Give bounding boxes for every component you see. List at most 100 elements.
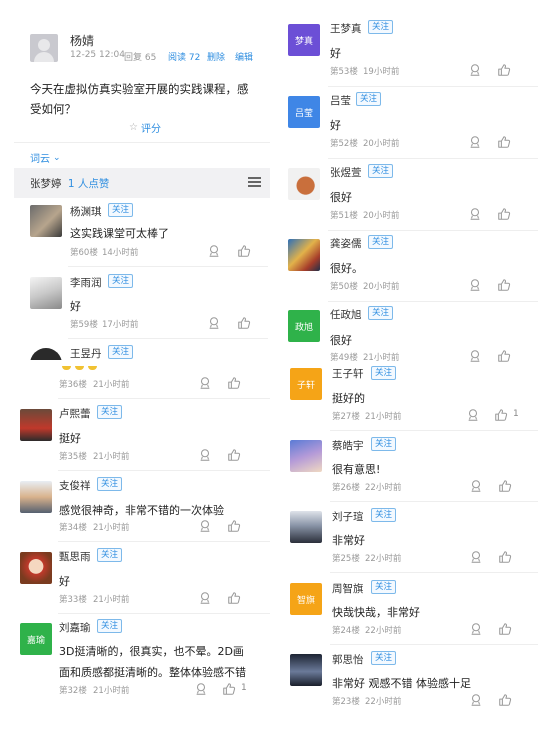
avatar[interactable]: 吕莹 (288, 96, 320, 128)
follow-button[interactable]: 关注 (97, 405, 123, 419)
avatar[interactable] (290, 511, 322, 543)
thumbs-up-icon[interactable] (498, 693, 512, 707)
rate-icon[interactable] (207, 244, 221, 258)
follow-button[interactable]: 关注 (108, 203, 134, 217)
rate-icon[interactable] (469, 550, 483, 564)
follow-button[interactable]: 关注 (368, 306, 394, 320)
thumbs-up-icon[interactable] (497, 207, 511, 221)
menu-icon[interactable] (248, 177, 261, 187)
follow-button[interactable]: 关注 (368, 20, 394, 34)
commenter-name[interactable]: 王梦真 (330, 21, 362, 36)
thumbs-up-icon[interactable] (222, 682, 236, 696)
rate-icon[interactable] (469, 622, 483, 636)
follow-button[interactable]: 关注 (356, 92, 382, 106)
rate-icon[interactable] (198, 448, 212, 462)
avatar[interactable] (20, 481, 52, 513)
liked-by-name[interactable]: 张梦婷 (30, 178, 62, 190)
commenter-name[interactable]: 王子轩 (332, 366, 364, 381)
rate-icon[interactable] (469, 479, 483, 493)
avatar[interactable]: 政旭 (288, 310, 320, 342)
thumbs-up-icon[interactable] (498, 550, 512, 564)
thumbs-up-icon[interactable] (227, 376, 241, 390)
follow-button[interactable]: 关注 (371, 580, 397, 594)
avatar[interactable] (30, 348, 62, 360)
rate-icon[interactable] (198, 376, 212, 390)
rate-icon[interactable] (194, 682, 208, 696)
avatar[interactable]: 子轩 (290, 368, 322, 400)
commenter-name[interactable]: 刘子瑄 (332, 509, 364, 524)
avatar[interactable] (30, 205, 62, 237)
thumbs-up-icon[interactable] (497, 135, 511, 149)
commenter-name[interactable]: 任政旭 (330, 307, 362, 322)
rate-icon[interactable] (468, 135, 482, 149)
thumbs-up-icon[interactable] (227, 519, 241, 533)
rate-icon[interactable] (468, 207, 482, 221)
thumbs-up-icon[interactable] (494, 408, 508, 422)
commenter-name[interactable]: 刘嘉瑜 (59, 620, 91, 635)
thumbs-up-icon[interactable] (227, 591, 241, 605)
commenter-name[interactable]: 郭思怡 (332, 652, 364, 667)
commenter-name[interactable]: 吕莹 (330, 93, 351, 108)
commenter-name[interactable]: 蔡皓宇 (332, 438, 364, 453)
avatar[interactable]: 梦真 (288, 24, 320, 56)
avatar[interactable] (288, 239, 320, 271)
follow-button[interactable]: 关注 (371, 366, 397, 380)
rate-icon[interactable] (466, 408, 480, 422)
thumbs-up-icon[interactable] (497, 63, 511, 77)
avatar[interactable] (20, 552, 52, 584)
avatar[interactable] (290, 654, 322, 686)
thumbs-up-icon[interactable] (498, 622, 512, 636)
rate-icon[interactable] (207, 316, 221, 330)
edit-link[interactable]: 编辑 (235, 50, 253, 63)
author-avatar[interactable] (30, 34, 58, 62)
follow-button[interactable]: 关注 (371, 508, 397, 522)
commenter-name[interactable]: 王昱丹 (70, 346, 102, 360)
rate-button[interactable]: ☆ 评分 (129, 120, 161, 135)
rate-icon[interactable] (198, 591, 212, 605)
comment-text: 好 (59, 575, 70, 588)
follow-button[interactable]: 关注 (368, 235, 394, 249)
comment-time: 21小时前 (365, 412, 402, 422)
follow-button[interactable]: 关注 (368, 164, 394, 178)
comment-text-line-2: 面和质感都挺清晰的。整体体验感不错 (59, 666, 246, 679)
commenter-name[interactable]: 支俊祥 (59, 478, 91, 493)
delete-link[interactable]: 删除 (207, 50, 225, 63)
follow-button[interactable]: 关注 (371, 651, 397, 665)
avatar[interactable] (20, 409, 52, 441)
follow-button[interactable]: 关注 (371, 437, 397, 451)
avatar[interactable] (30, 277, 62, 309)
follow-button[interactable]: 关注 (108, 274, 134, 288)
thumbs-up-icon[interactable] (237, 244, 251, 258)
avatar[interactable]: 智旗 (290, 583, 322, 615)
follow-button[interactable]: 关注 (108, 345, 134, 359)
comment-text: 快哉快哉，非常好 (332, 606, 420, 619)
thumbs-up-icon[interactable] (498, 479, 512, 493)
commenter-name[interactable]: 张煜萱 (330, 165, 362, 180)
thumbs-up-icon[interactable] (237, 316, 251, 330)
thumbs-up-icon[interactable] (227, 448, 241, 462)
comment-text: 很好。 (330, 262, 363, 275)
commenter-name[interactable]: 甄思雨 (59, 549, 91, 564)
rate-icon[interactable] (198, 519, 212, 533)
follow-button[interactable]: 关注 (97, 477, 123, 491)
rate-icon[interactable] (469, 693, 483, 707)
comment-floor: 第49楼 (330, 353, 358, 362)
follow-button[interactable]: 关注 (97, 619, 123, 633)
rate-icon[interactable] (468, 278, 482, 292)
comment-text: 很好 (330, 334, 352, 347)
commenter-name[interactable]: 卢熙蕾 (59, 406, 91, 421)
commenter-name[interactable]: 龚姿儒 (330, 236, 362, 251)
avatar[interactable] (288, 168, 320, 200)
avatar[interactable] (290, 440, 322, 472)
wordcloud-toggle[interactable]: 词云 ⌄ (30, 150, 61, 166)
thumbs-up-icon[interactable] (497, 278, 511, 292)
commenter-name[interactable]: 周智旗 (332, 581, 364, 596)
rate-icon[interactable] (468, 63, 482, 77)
follow-button[interactable]: 关注 (97, 548, 123, 562)
rate-icon[interactable] (468, 349, 482, 362)
commenter-name[interactable]: 李雨润 (70, 275, 102, 290)
author-name[interactable]: 杨婧 (70, 32, 94, 49)
avatar[interactable]: 嘉瑜 (20, 623, 52, 655)
thumbs-up-icon[interactable] (497, 349, 511, 362)
commenter-name[interactable]: 杨渊琪 (70, 204, 102, 219)
